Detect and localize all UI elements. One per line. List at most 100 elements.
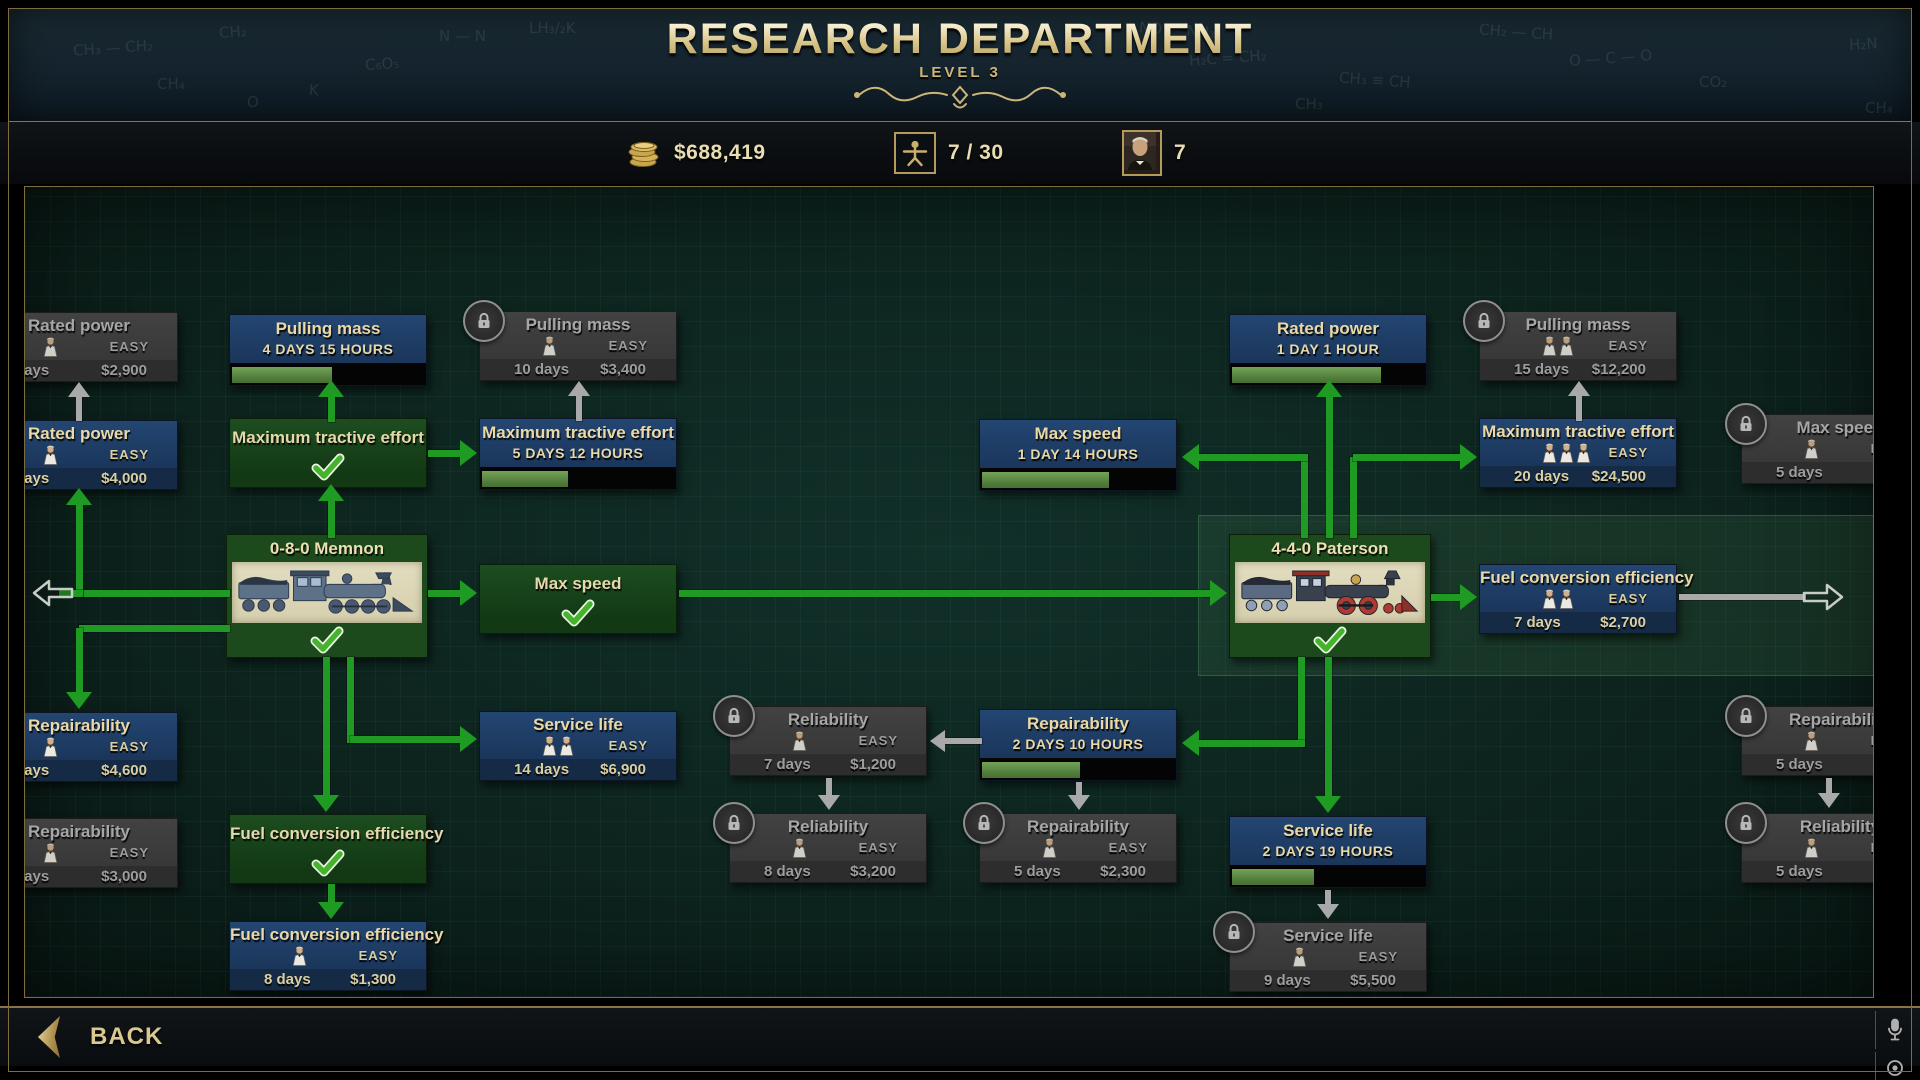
node-pulling-mass-right-locked[interactable]: Pulling mass EASY15 days$12,200: [1479, 311, 1677, 381]
arrow-head-green: [1182, 730, 1199, 756]
scientist-icon: [1542, 589, 1557, 609]
node-repairability-locked[interactable]: Repairability EASY5 days$2,300: [979, 813, 1177, 883]
node-service-life-memnon[interactable]: Service life EASY14 days$6,900: [479, 711, 677, 781]
node-repairability-left-2[interactable]: Repairability EASYdays$3,000: [24, 818, 178, 888]
scientist-icon: [43, 843, 58, 863]
node-title: Max speed: [980, 420, 1176, 446]
duration-label: 8 days: [264, 971, 311, 988]
scientist-count-icons: [43, 337, 58, 357]
arrow-line-gray: [76, 397, 82, 421]
node-reliability-locked-1[interactable]: Reliability EASY7 days$1,200: [729, 706, 927, 776]
scientist-count-icons: [1804, 731, 1819, 751]
node-service-life-paterson[interactable]: Service life2 DAYS 19 HOURS: [1229, 816, 1427, 888]
duration-label: 5 days: [1776, 464, 1823, 481]
arrow-line-green: [1325, 657, 1332, 800]
scientist-icon: [1559, 336, 1574, 356]
scientist-icon: [792, 838, 807, 858]
page-title: RESEARCH DEPARTMENT: [9, 15, 1911, 64]
research-tree-panel[interactable]: Rated power EASYdays$2,900 Rated power EA…: [24, 186, 1874, 998]
time-remaining-label: 4 DAYS 15 HOURS: [230, 341, 426, 363]
header: CH₃ — CH₂CH₄OC₆O₅N — NKCH₂LH₃/₂KNO — NH₃…: [8, 8, 1912, 122]
microphone-icon[interactable]: [1875, 1011, 1914, 1049]
locomotive-memnon-art: [236, 566, 418, 620]
node-repairability-left[interactable]: Repairability EASYdays$4,600: [24, 712, 178, 782]
difficulty-label: EASY: [1109, 840, 1148, 855]
arrow-head-gray: [68, 382, 90, 397]
node-rated-power-left[interactable]: Rated power EASYdays$4,000: [24, 420, 178, 490]
node-max-speed-paterson[interactable]: Max speed1 DAY 14 HOURS: [979, 419, 1177, 491]
arrow-line-green: [1431, 594, 1464, 601]
view-toggle-icon[interactable]: [1875, 1052, 1914, 1080]
scientist-icon: [792, 731, 807, 751]
arrow-line-green: [76, 628, 83, 696]
arrow-line-green: [1350, 457, 1357, 538]
arrow-head-gray: [1068, 795, 1090, 810]
node-title: Rated power: [1230, 315, 1426, 341]
arrow-head-green: [1316, 380, 1342, 397]
arrow-head-gray: [818, 795, 840, 810]
node-title: Service life: [1230, 817, 1426, 843]
node-service-life-locked[interactable]: Service life EASY9 days$5,500: [1229, 922, 1427, 992]
scientist-icon: [542, 336, 557, 356]
resource-bar: $688,419 7 / 30: [0, 122, 1920, 184]
node-loco-memnon[interactable]: 0-8-0 Memnon: [226, 534, 428, 658]
staff-value: 7 / 30: [948, 141, 1004, 165]
scientist-count-icons: [1542, 589, 1574, 609]
node-repairability-paterson[interactable]: Repairability2 DAYS 10 HOURS: [979, 709, 1177, 781]
back-button[interactable]: BACK: [36, 1016, 163, 1058]
node-reliability-locked-2[interactable]: Reliability EASY8 days$3,200: [729, 813, 927, 883]
scientist-count-icons: [1292, 947, 1307, 967]
arrow-head-gray: [1317, 904, 1339, 919]
difficulty-label: EASY: [609, 738, 648, 753]
difficulty-label: EASY: [1609, 338, 1648, 353]
loco-title: 4-4-0 Paterson: [1230, 535, 1430, 562]
research-department-screen: CH₃ — CH₂CH₄OC₆O₅N — NKCH₂LH₃/₂KNO — NH₃…: [0, 0, 1920, 1080]
duration-label: days: [24, 470, 49, 487]
node-max-tractive-memnon[interactable]: Maximum tractive effort: [229, 418, 427, 488]
arrow-head-green: [318, 380, 344, 397]
node-loco-paterson[interactable]: 4-4-0 Paterson: [1229, 534, 1431, 658]
duration-label: 5 days: [1776, 863, 1823, 880]
check-icon: [1312, 626, 1348, 654]
arrow-head-green: [460, 726, 477, 752]
scientist-portrait-icon: [1122, 130, 1162, 176]
cost-label: $4,000: [101, 470, 147, 487]
arrow-head-gray: [568, 381, 590, 396]
node-fuel-conv-paterson[interactable]: Fuel conversion efficiency EASY7 days$2,…: [1479, 564, 1677, 634]
cost-label: $3,400: [600, 361, 646, 378]
node-rated-power-paterson[interactable]: Rated power1 DAY 1 HOUR: [1229, 314, 1427, 386]
node-title: Reliability: [730, 814, 926, 838]
difficulty-label: EASY: [110, 739, 149, 754]
scientist-icon: [1292, 947, 1307, 967]
node-title: Fuel conversion efficiency: [230, 922, 426, 946]
cost-label: $5,500: [1350, 972, 1396, 989]
node-max-tractive-right[interactable]: Maximum tractive effort EASY20 days$24,5…: [1479, 418, 1677, 488]
arrow-head-gray: [1818, 793, 1840, 808]
arrow-line-green: [328, 397, 335, 422]
node-max-tractive-2[interactable]: Maximum tractive effort5 DAYS 12 HOURS: [479, 418, 677, 490]
lock-icon: [713, 695, 755, 737]
progress-bar: [980, 468, 1176, 490]
node-pulling-mass-memnon[interactable]: Pulling mass4 DAYS 15 HOURS: [229, 314, 427, 386]
cost-label: $2,300: [1100, 863, 1146, 880]
arrow-line-green: [679, 590, 1214, 597]
node-fuel-conv-memnon[interactable]: Fuel conversion efficiency: [229, 814, 427, 884]
time-remaining-label: 5 DAYS 12 HOURS: [480, 445, 676, 467]
arrow-head-green: [1460, 584, 1477, 610]
scientist-icon: [559, 736, 574, 756]
node-max-speed-memnon[interactable]: Max speed: [479, 564, 677, 634]
scientist-count-icons: [1804, 838, 1819, 858]
scientist-icon: [1542, 443, 1557, 463]
difficulty-label: EASY: [859, 733, 898, 748]
arrow-head-gray: [930, 730, 945, 752]
node-rated-power-top-left[interactable]: Rated power EASYdays$2,900: [24, 312, 178, 382]
progress-bar: [480, 467, 676, 489]
node-pulling-mass-locked[interactable]: Pulling mass EASY10 days$3,400: [479, 311, 677, 381]
arrow-head-gray: [1568, 381, 1590, 396]
arrow-head-green: [66, 692, 92, 709]
node-fuel-conv-memnon-2[interactable]: Fuel conversion efficiency EASY8 days$1,…: [229, 921, 427, 991]
node-title: Repairability: [24, 819, 177, 843]
lock-icon: [463, 300, 505, 342]
cost-label: $1,200: [850, 756, 896, 773]
staff-resource: 7 / 30: [894, 122, 1004, 184]
